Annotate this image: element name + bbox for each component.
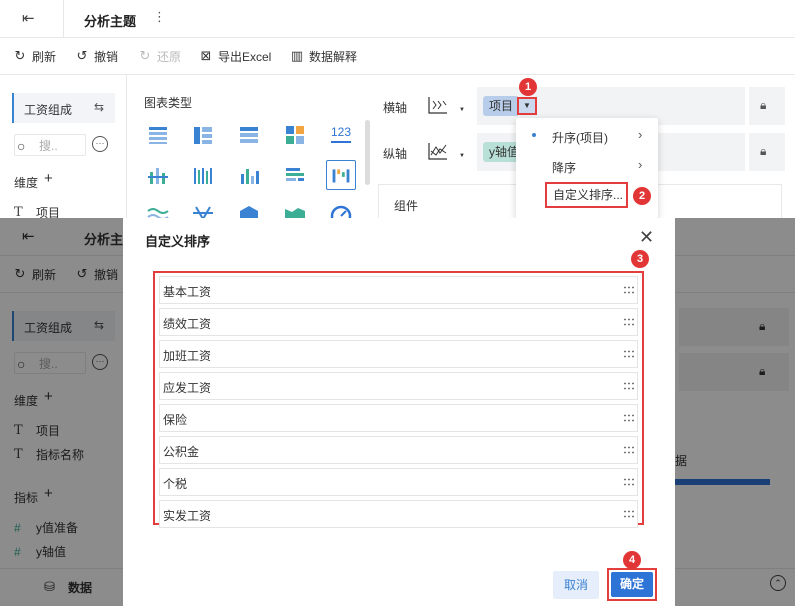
export-excel-button[interactable]: ⊠ 导出Excel: [198, 48, 272, 64]
y-axis-chart-dropdown-icon[interactable]: ▼: [459, 153, 465, 159]
sort-descending-item[interactable]: 降序 ›: [516, 151, 658, 179]
search-input[interactable]: ○ 搜..: [14, 134, 86, 156]
lock-icon: 🔒︎: [760, 98, 767, 112]
sort-item-list: 基本工资 绩效工资 加班工资 应发工资 保险 公积金 个税 实发工资: [153, 271, 644, 528]
sort-list-item[interactable]: 绩效工资: [159, 308, 638, 336]
sort-list-item[interactable]: 公积金: [159, 436, 638, 464]
map-chart-icon[interactable]: [280, 201, 310, 218]
chart-type-scrollbar[interactable]: [365, 120, 370, 185]
cancel-button[interactable]: 取消: [553, 571, 599, 599]
ok-button-label: 确定: [611, 572, 653, 597]
field-item[interactable]: T 项目: [14, 204, 60, 218]
add-dimension-icon[interactable]: +: [44, 170, 53, 187]
more-vertical-icon[interactable]: ⋮: [153, 9, 166, 25]
column-chart-icon[interactable]: [234, 160, 264, 190]
explain-icon: ▥: [290, 48, 304, 63]
grouped-bar-icon[interactable]: [188, 160, 218, 190]
bar-chart-icon[interactable]: [280, 160, 310, 190]
undo-button[interactable]: ↺ 撤销: [74, 48, 118, 64]
stacked-bar-icon[interactable]: [143, 160, 173, 190]
dimension-header: 维度: [14, 176, 39, 190]
drag-handle-icon[interactable]: [623, 318, 635, 326]
selected-dot-icon: [532, 133, 536, 137]
svg-text:123: 123: [331, 125, 351, 139]
toolbar: ↻ 刷新 ↺ 撤销 ↻ 还原 ⊠ 导出Excel ▥ 数据解释: [0, 38, 795, 75]
waterfall-chart-icon[interactable]: [326, 160, 356, 190]
redo-icon: ↻: [139, 48, 151, 63]
radar-chart-icon[interactable]: [188, 201, 218, 218]
x-axis-field-dropdown-button[interactable]: ▼: [517, 97, 537, 115]
dialog-title: 自定义排序: [145, 234, 211, 249]
top-workspace: ⇤ 分析主题 ⋮ ↻ 刷新 ↺ 撤销 ↻ 还原 ⊠ 导出Excel ▥ 数据解释 工资组成…: [0, 0, 795, 218]
x-axis-chart-icon[interactable]: [427, 95, 449, 115]
search-icon: ○: [17, 138, 26, 154]
text-type-icon: T: [14, 205, 23, 218]
step-badge-3: 3: [631, 250, 649, 268]
lock-icon: 🔒︎: [760, 144, 767, 158]
x-axis-label: 横轴: [383, 101, 408, 115]
undo-icon: ↺: [76, 48, 88, 63]
chart-type-header: 图表类型: [144, 96, 193, 110]
drag-handle-icon[interactable]: [623, 510, 635, 518]
sort-list-item[interactable]: 基本工资: [159, 276, 638, 304]
dataset-selector[interactable]: 工资组成 ⇆: [12, 93, 115, 123]
sort-list-item[interactable]: 加班工资: [159, 340, 638, 368]
chevron-right-icon: ›: [638, 127, 643, 142]
sort-list-item[interactable]: 保险: [159, 404, 638, 432]
y-axis-label: 纵轴: [383, 147, 408, 161]
step-badge-4: 4: [623, 551, 641, 569]
title-bar: ⇤ 分析主题 ⋮: [0, 0, 795, 38]
detail-table-icon[interactable]: [234, 119, 264, 149]
chart-type-panel: 图表类型 123: [127, 75, 375, 218]
sort-list-item[interactable]: 个税: [159, 468, 638, 496]
data-explain-button[interactable]: ▥ 数据解释: [289, 48, 357, 64]
x-axis-lock-button[interactable]: 🔒︎: [749, 87, 785, 125]
drag-handle-icon[interactable]: [623, 414, 635, 422]
drag-handle-icon[interactable]: [623, 382, 635, 390]
y-axis-lock-button[interactable]: 🔒︎: [749, 133, 785, 171]
x-axis-chart-dropdown-icon[interactable]: ▼: [459, 107, 465, 113]
redo-button[interactable]: ↻ 还原: [137, 48, 181, 64]
switch-icon[interactable]: ⇆: [94, 100, 104, 114]
kpi-card-icon[interactable]: [280, 119, 310, 149]
sidebar: 工资组成 ⇆ ○ 搜.. ··· 维度 + T 项目: [0, 75, 127, 218]
x-axis-field-pill[interactable]: 项目: [483, 96, 520, 116]
ok-button[interactable]: 确定: [607, 568, 657, 601]
drag-handle-icon[interactable]: [623, 350, 635, 358]
drag-handle-icon[interactable]: [623, 446, 635, 454]
line-chart-icon[interactable]: [143, 201, 173, 218]
excel-icon: ⊠: [200, 48, 212, 63]
step-badge-2: 2: [633, 187, 651, 205]
gauge-chart-icon[interactable]: [326, 201, 356, 218]
custom-sort-dialog: 自定义排序 ✕ 基本工资 绩效工资 加班工资 应发工资 保险 公积金 个税 实发…: [123, 218, 675, 606]
more-icon[interactable]: ···: [92, 136, 108, 152]
drag-handle-icon[interactable]: [623, 478, 635, 486]
table-chart-icon[interactable]: [143, 119, 173, 149]
step-badge-1: 1: [519, 78, 537, 96]
chevron-right-icon: ›: [638, 157, 643, 172]
back-icon[interactable]: ⇤: [22, 9, 40, 27]
sort-list-item[interactable]: 应发工资: [159, 372, 638, 400]
drag-handle-icon[interactable]: [623, 286, 635, 294]
close-icon[interactable]: ✕: [639, 228, 654, 246]
page-title: 分析主题: [84, 14, 137, 29]
y-axis-chart-icon[interactable]: [427, 141, 449, 161]
cross-table-icon[interactable]: [188, 119, 218, 149]
polygon-chart-icon[interactable]: [234, 201, 264, 218]
sort-list-item[interactable]: 实发工资: [159, 500, 638, 528]
component-header: 组件: [394, 199, 419, 213]
number-card-icon[interactable]: 123: [326, 119, 356, 149]
sort-ascending-item[interactable]: 升序(项目) ›: [516, 121, 658, 149]
refresh-button[interactable]: ↻ 刷新: [12, 48, 56, 64]
refresh-icon: ↻: [14, 48, 26, 63]
custom-sort-menu-item[interactable]: 自定义排序...: [545, 182, 628, 208]
